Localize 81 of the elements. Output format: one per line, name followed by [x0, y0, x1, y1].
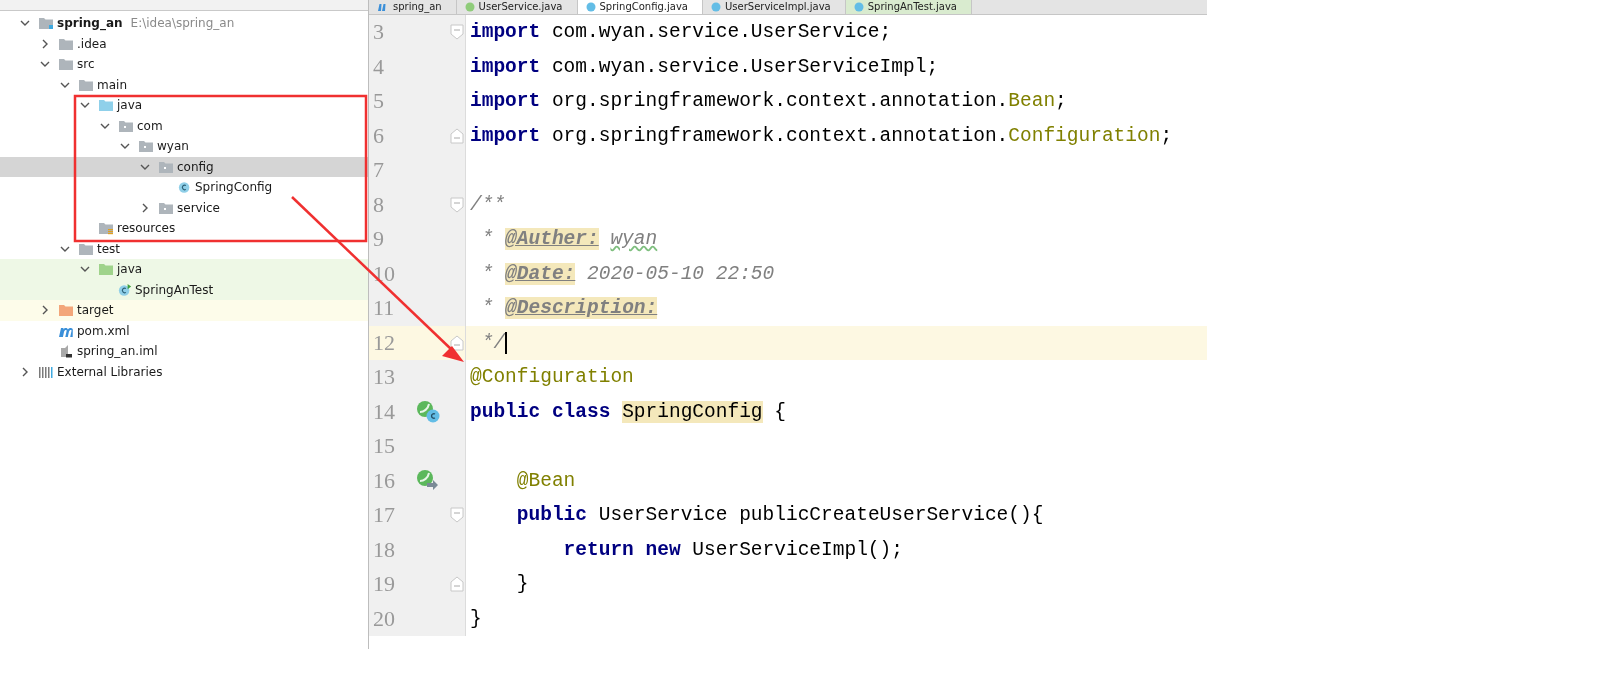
folder-icon: [58, 36, 74, 51]
tree-item[interactable]: spring_an.iml: [0, 341, 368, 362]
line-number: 11: [372, 295, 396, 322]
tree-item[interactable]: .idea: [0, 33, 368, 54]
bean-method-icon[interactable]: [415, 468, 441, 493]
tree-item[interactable]: target: [0, 300, 368, 321]
fold-marker-icon[interactable]: [449, 196, 464, 213]
line-number: 19: [372, 571, 396, 598]
library-bars-icon: [38, 364, 54, 379]
code-line: @Configuration: [469, 366, 634, 389]
chevron-right-icon[interactable]: [40, 38, 50, 49]
package-icon: [158, 200, 174, 215]
folder-icon: [98, 98, 114, 113]
folder-icon: [58, 57, 74, 72]
line-number: 3: [372, 19, 385, 46]
tree-item[interactable]: config: [0, 156, 368, 177]
code-line: public UserService publicCreateUserService(){: [515, 504, 1044, 527]
editor-tab[interactable]: SpringAnTest.java: [845, 0, 972, 14]
code-line: public class SpringConfig {: [469, 400, 786, 423]
code-line: import com.wyan.service.UserServiceImpl;: [469, 55, 939, 78]
tree-item[interactable]: resources: [0, 218, 368, 239]
code-line: * @Date: 2020-05-10 22:50: [480, 262, 775, 285]
code-line: import org.springframework.context.annotation.Bean;: [469, 90, 1067, 113]
tree-item[interactable]: main: [0, 74, 368, 95]
code-line: }: [515, 573, 529, 596]
tree-item[interactable]: java: [0, 259, 368, 280]
fold-marker-icon[interactable]: [449, 507, 464, 524]
tree-item[interactable]: wyan: [0, 136, 368, 157]
line-number: 4: [372, 53, 385, 80]
fold-marker-icon[interactable]: [449, 127, 464, 144]
folder-icon: [78, 77, 94, 92]
line-number: 12: [372, 329, 396, 356]
chevron-right-icon[interactable]: [20, 366, 30, 377]
folder-icon: [58, 303, 74, 318]
folder-icon: [38, 16, 54, 31]
tree-item[interactable]: test: [0, 238, 368, 259]
tree-item[interactable]: src: [0, 54, 368, 75]
code-line: /**: [469, 193, 506, 216]
fold-marker-icon[interactable]: [449, 334, 464, 351]
line-number: 14: [372, 398, 396, 425]
fold-marker-icon[interactable]: [449, 576, 464, 593]
editor-tab[interactable]: SpringConfig.java: [577, 0, 703, 14]
test-class-icon: [118, 282, 132, 297]
project-path: E:\idea\spring_an: [130, 16, 235, 31]
tree-item[interactable]: SpringAnTest: [0, 279, 368, 300]
line-number: 16: [372, 467, 396, 494]
line-number: 20: [372, 605, 396, 632]
tree-item[interactable]: SpringConfig: [0, 177, 368, 198]
fold-marker-icon[interactable]: [449, 24, 464, 41]
code-line: */: [480, 331, 508, 354]
chevron-right-icon[interactable]: [40, 305, 50, 316]
line-number: 17: [372, 502, 396, 529]
line-number: 18: [372, 536, 396, 563]
file-icon: [58, 344, 74, 359]
chevron-right-icon[interactable]: [140, 202, 150, 213]
tree-item[interactable]: External Libraries: [0, 361, 368, 382]
folder-icon: [78, 241, 94, 256]
line-number: 7: [372, 157, 385, 184]
line-number: 10: [372, 260, 396, 287]
package-icon: [118, 118, 134, 133]
code-line: }: [469, 607, 482, 630]
line-number: 8: [372, 191, 385, 218]
tree-item[interactable]: java: [0, 95, 368, 116]
tree-item[interactable]: spring_an E:\idea\spring_an: [0, 13, 368, 34]
bean-class-icon[interactable]: [415, 399, 441, 424]
package-icon: [158, 159, 174, 174]
line-number: 13: [372, 364, 396, 391]
code-line: import org.springframework.context.annotation.Configuration;: [469, 124, 1173, 147]
code-line: import com.wyan.service.UserService;: [469, 21, 892, 44]
line-number: 9: [372, 226, 385, 253]
tree-item[interactable]: com: [0, 115, 368, 136]
folder-icon: [98, 262, 114, 277]
tree-item[interactable]: service: [0, 197, 368, 218]
line-number: 15: [372, 433, 396, 460]
folder-icon: [98, 221, 114, 236]
code-line: return new UserServiceImpl();: [562, 538, 903, 561]
tree-item[interactable]: pom.xml: [0, 320, 368, 341]
code-line: @Bean: [515, 469, 576, 492]
line-number: 6: [372, 122, 385, 149]
package-icon: [138, 139, 154, 154]
line-number: 5: [372, 88, 385, 115]
